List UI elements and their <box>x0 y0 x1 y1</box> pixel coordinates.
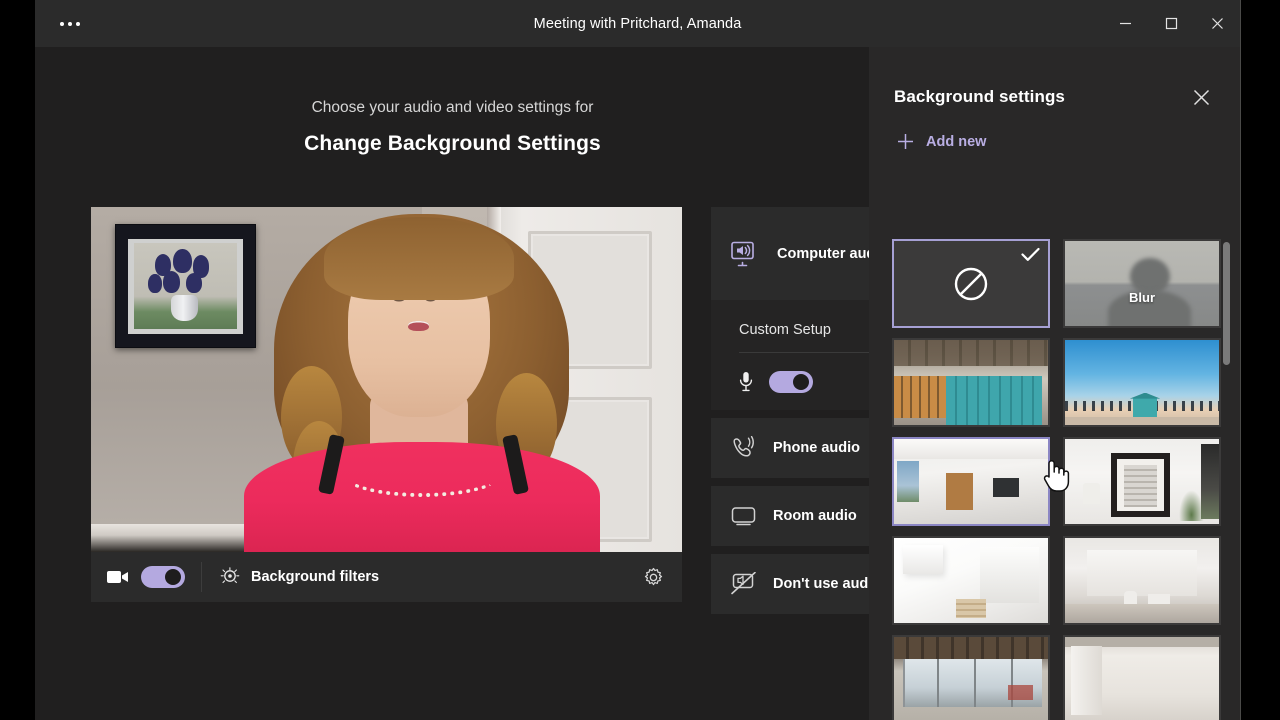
camera-toggle[interactable] <box>141 566 185 588</box>
background-filters-button[interactable]: Background filters <box>220 560 379 594</box>
video-camera-icon <box>107 571 128 583</box>
background-thumb-blur[interactable]: Blur <box>1063 239 1221 328</box>
participant-necklace <box>342 452 502 497</box>
window-controls <box>1102 0 1240 47</box>
background-thumb-white-loft[interactable] <box>892 536 1050 625</box>
maximize-icon[interactable] <box>1148 0 1194 47</box>
title-bar: Meeting with Pritchard, Amanda <box>35 0 1240 47</box>
video-preview-toolbar: Background filters <box>91 552 682 602</box>
scene-framed-painting <box>114 224 257 349</box>
computer-speaker-icon <box>731 241 754 266</box>
painting-art <box>133 243 238 330</box>
background-thumb-blur-label: Blur <box>1129 290 1155 306</box>
painting-mat <box>128 238 243 334</box>
gear-icon[interactable] <box>643 567 664 588</box>
background-settings-panel: Background settings Add new Blur <box>869 47 1240 720</box>
phone-icon <box>733 436 754 457</box>
add-new-label: Add new <box>926 133 987 150</box>
add-new-background-button[interactable]: Add new <box>897 133 1240 150</box>
background-thumb-plain-room[interactable] <box>1063 635 1221 720</box>
close-icon[interactable] <box>1193 89 1210 106</box>
camera-toggle-group[interactable] <box>91 562 202 592</box>
background-filters-label: Background filters <box>251 569 380 585</box>
monitor-slash-icon <box>731 572 756 595</box>
microphone-icon <box>739 372 753 392</box>
audio-option-phone-label: Phone audio <box>773 440 860 456</box>
monitor-icon <box>731 507 756 526</box>
background-thumbnail-grid: Blur <box>869 227 1240 720</box>
page-title: Change Background Settings <box>304 132 601 155</box>
video-participant <box>243 207 601 552</box>
audio-option-room-label: Room audio <box>773 508 857 524</box>
audio-option-none-label: Don't use audio <box>773 576 882 592</box>
prejoin-subtitle: Choose your audio and video settings for <box>311 99 594 116</box>
background-thumb-none[interactable] <box>892 239 1050 328</box>
video-scene <box>91 207 682 552</box>
sparkle-filter-icon <box>220 567 240 584</box>
selected-check-icon <box>1021 247 1040 267</box>
background-thumb-loft-windows[interactable] <box>892 635 1050 720</box>
microphone-toggle[interactable] <box>769 370 813 393</box>
ellipsis-icon[interactable] <box>47 9 93 39</box>
plus-icon <box>898 134 913 149</box>
background-thumb-mirror-room[interactable] <box>1063 437 1221 526</box>
background-panel-header: Background settings <box>869 47 1240 107</box>
background-panel-title: Background settings <box>894 87 1065 106</box>
background-thumbnail-scroll[interactable]: Blur <box>869 227 1240 720</box>
background-thumb-beach[interactable] <box>1063 338 1221 427</box>
window-title: Meeting with Pritchard, Amanda <box>533 15 742 32</box>
background-thumb-white-room[interactable] <box>892 437 1050 526</box>
background-thumb-white-gallery[interactable] <box>1063 536 1221 625</box>
background-thumb-office-lockers[interactable] <box>892 338 1050 427</box>
teams-prejoin-window: Meeting with Pritchard, Amanda Choose yo… <box>35 0 1241 720</box>
minimize-icon[interactable] <box>1102 0 1148 47</box>
prejoin-stage: Choose your audio and video settings for… <box>35 47 1240 720</box>
participant-hair-front <box>323 217 515 301</box>
panel-scrollbar[interactable] <box>1223 242 1230 365</box>
video-preview[interactable] <box>91 207 682 552</box>
close-icon[interactable] <box>1194 0 1240 47</box>
